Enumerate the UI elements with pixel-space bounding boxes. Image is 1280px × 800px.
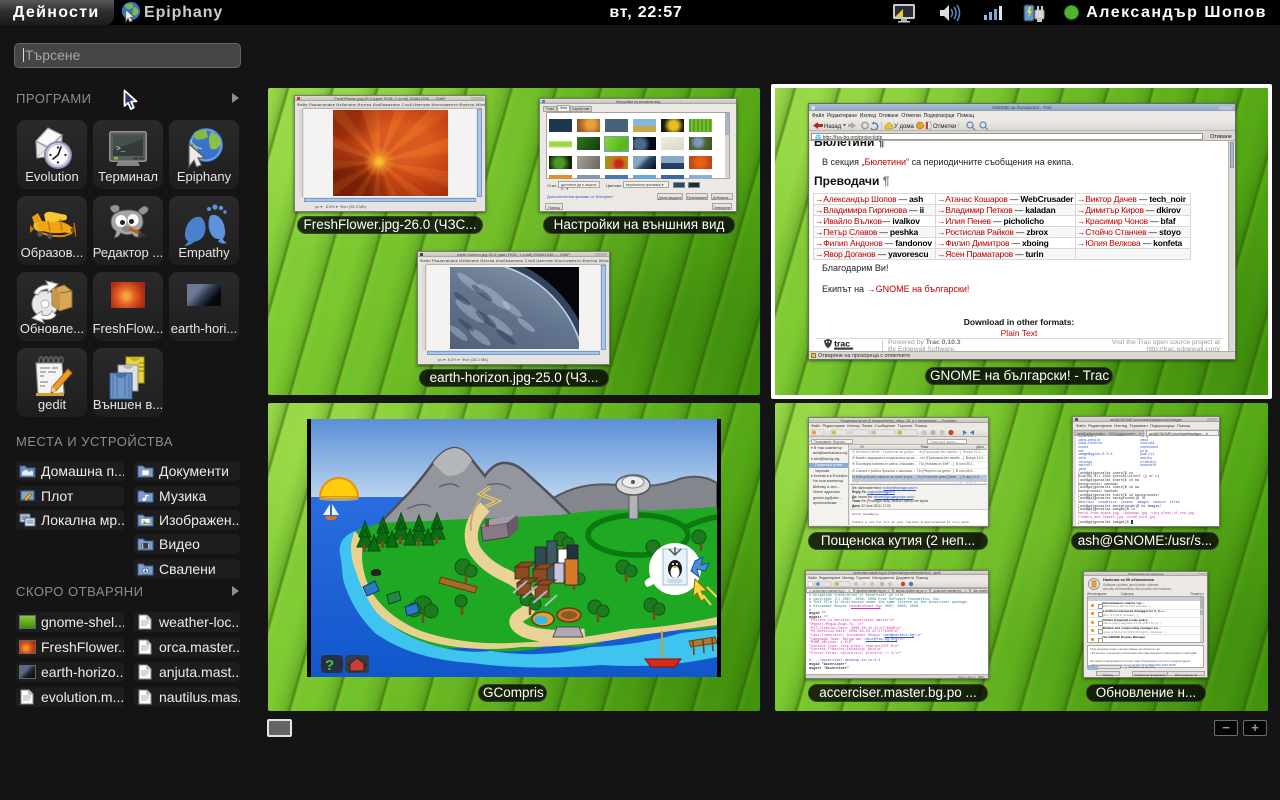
svg-text:Назад: Назад <box>824 124 842 130</box>
svg-text:trac: trac <box>834 339 850 349</box>
svg-text:>_: >_ <box>116 145 126 154</box>
svg-text:?: ? <box>325 657 334 674</box>
svg-text:Отметки: Отметки <box>933 124 956 130</box>
svg-text:У дома: У дома <box>894 124 914 130</box>
